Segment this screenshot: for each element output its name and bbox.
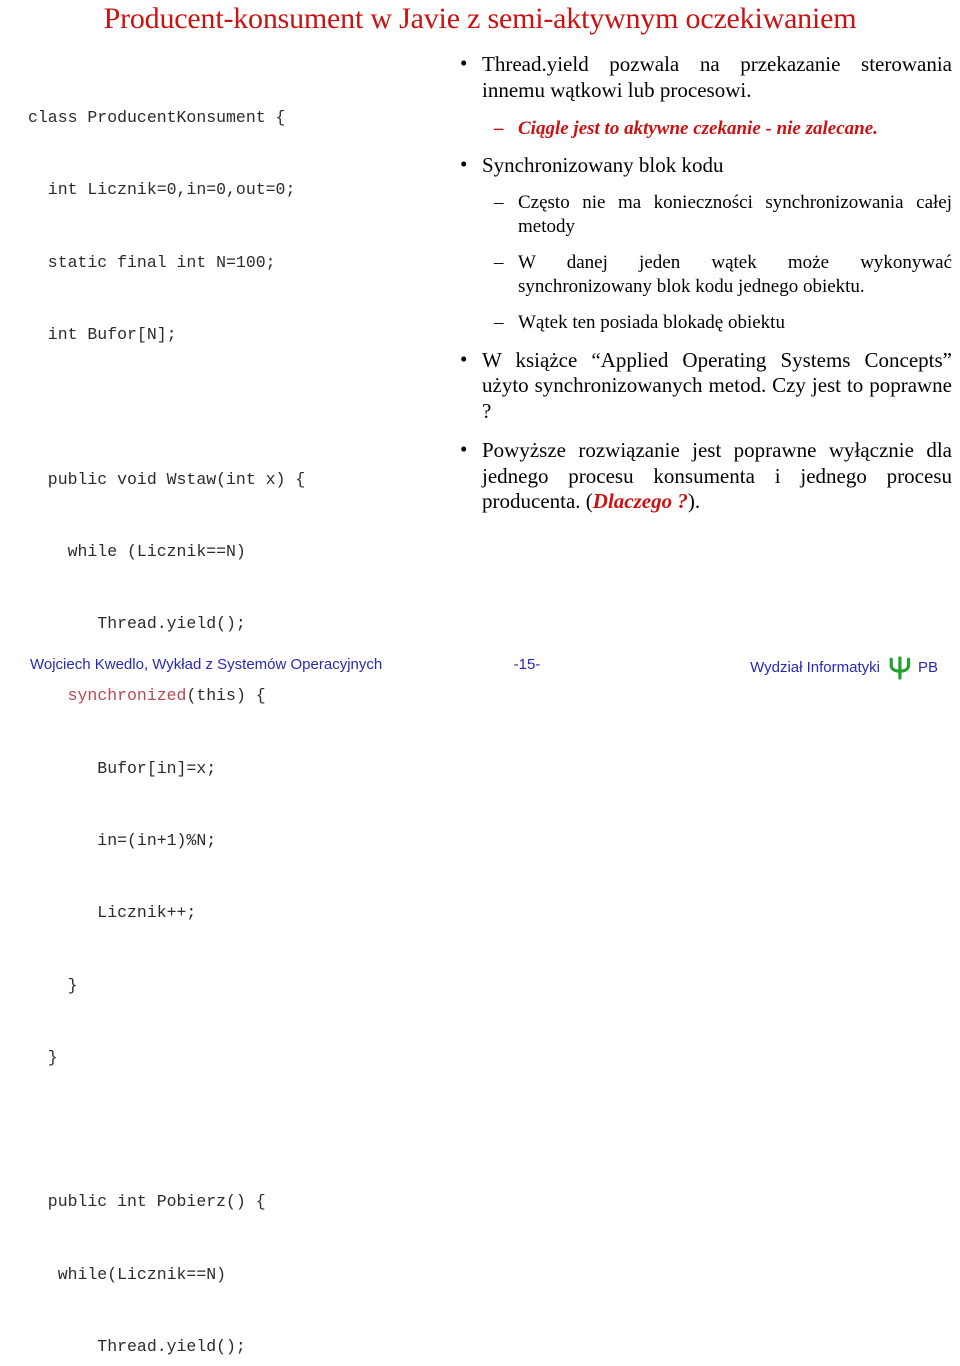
subbullet-item-no-need-whole-method: – Często nie ma konieczności synchronizo… [452,191,952,239]
bullet-item-yield: • Thread.yield pozwala na przekazanie st… [452,51,952,103]
code-line: } [28,1047,58,1067]
dash-marker-icon: – [494,118,504,139]
subbullet-text: Często nie ma konieczności synchronizowa… [518,191,952,237]
code-line: Bufor[in]=x; [28,758,217,778]
code-line: public void Wstaw(int x) { [28,469,306,489]
subbullet-item-active-waiting: – Ciągle jest to aktywne czekanie - nie … [452,117,952,141]
bullet-marker-icon: • [460,51,468,75]
subbullet-item-one-thread: – W danej jeden wątek może wykonywać syn… [452,251,952,299]
footer-pb-label: PB [917,659,938,676]
bullet-text-part2: ). [687,489,701,513]
code-line: int Licznik=0,in=0,out=0; [28,180,296,200]
footer-institution: Wydział Informatyki PB [750,656,938,680]
bullet-item-book-reference: • W książce “Applied Operating Systems C… [452,346,952,425]
bullet-text: Synchronizowany blok kodu [482,153,724,177]
footer-page-number: -15- [513,656,541,673]
code-rest: (this) { [186,686,266,706]
keyword-synchronized: synchronized [67,686,187,706]
subbullet-text: Ciągle jest to aktywne czekanie - nie za… [518,118,878,139]
bullet-marker-icon: • [460,437,468,461]
bullet-text: Powyższe rozwiązanie jest poprawne wyłąc… [482,438,952,515]
footer-faculty-label: Wydział Informatyki [750,659,880,676]
footer-author: Wojciech Kwedlo, Wykład z Systemów Opera… [30,656,383,673]
code-line: while(Licznik==N) [28,1264,227,1284]
code-line: in=(in+1)%N; [28,831,217,850]
subbullet-text: W danej jeden wątek może wykonywać synch… [518,251,952,297]
code-line: class ProducentKonsument { [28,108,286,128]
phi-logo-icon [887,656,913,680]
code-line: Licznik++; [28,903,197,923]
bullet-item-sync-block: • Synchronizowany blok kodu [452,152,952,179]
code-line: } [28,975,78,995]
bullet-text-part1: Powyższe rozwiązanie jest poprawne wyłąc… [482,438,952,513]
dash-marker-icon: – [494,191,504,213]
bullet-text: Thread.yield pozwala na przekazanie ster… [482,52,952,102]
subbullet-item-object-lock: – Wątek ten posiada blokadę obiektu [452,311,952,335]
page-title: Producent-konsument w Javie z semi-aktyw… [103,2,857,35]
code-line: static final int N=100; [28,252,276,272]
bullet-item-single-process-note: • Powyższe rozwiązanie jest poprawne wył… [452,437,952,515]
dash-marker-icon: – [494,311,504,333]
subbullet-text: Wątek ten posiada blokadę obiektu [518,311,785,333]
code-line: public int Pobierz() { [28,1192,266,1212]
code-line: Thread.yield(); [28,614,246,634]
code-line-synchronized: synchronized(this) { [28,684,428,708]
emphasis-dlaczego: Dlaczego ? [592,489,688,513]
code-line: while (Licznik==N) [28,541,246,561]
bullet-marker-icon: • [460,346,468,371]
bullet-marker-icon: • [460,152,468,176]
bullet-list: • Thread.yield pozwala na przekazanie st… [452,51,952,517]
code-line: Thread.yield(); [28,1336,246,1356]
java-code-block: class ProducentKonsument { int Licznik=0… [28,58,428,1366]
dash-marker-icon: – [494,251,504,273]
code-line: int Bufor[N]; [28,325,177,345]
bullet-text: W książce “Applied Operating Systems Con… [482,347,952,423]
slide-footer: Wojciech Kwedlo, Wykład z Systemów Opera… [0,653,960,680]
